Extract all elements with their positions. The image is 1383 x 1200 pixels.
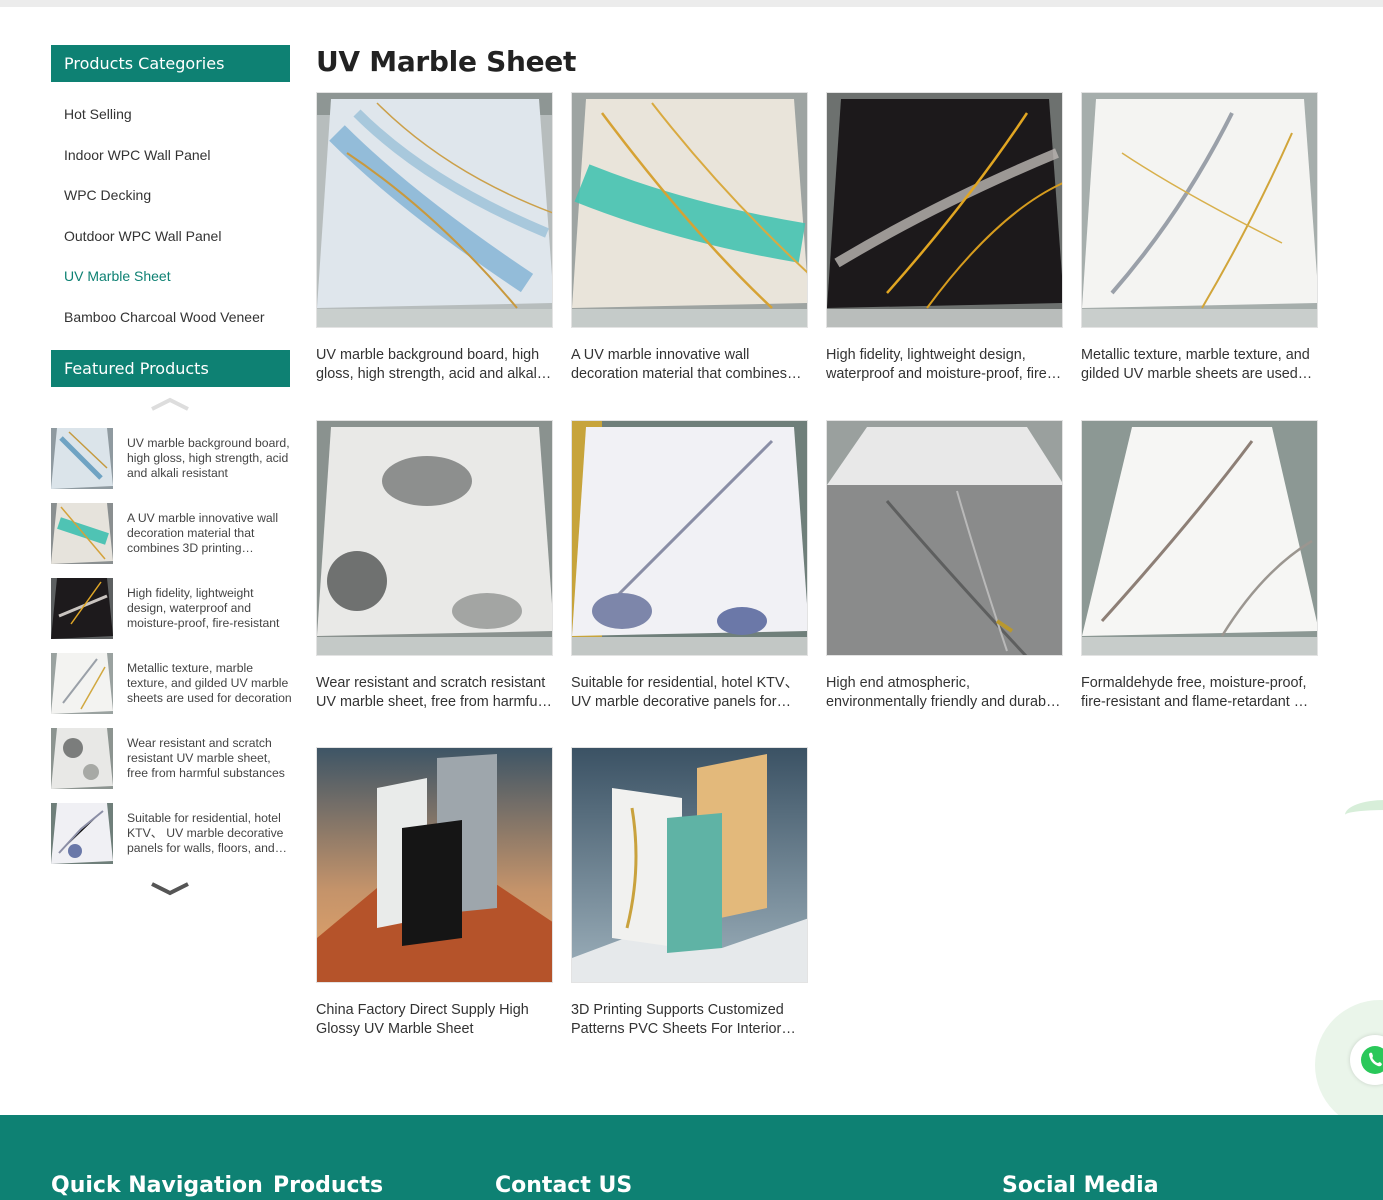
product-card[interactable]: China Factory Direct Supply High Glossy … [316,747,553,1038]
featured-thumbnail [51,503,113,564]
product-title[interactable]: China Factory Direct Supply High Glossy … [316,1001,553,1038]
featured-item-label: UV marble background board, high gloss, … [127,436,290,480]
featured-thumbnail [51,578,113,639]
product-title[interactable]: High fidelity, lightweight design, water… [826,346,1063,383]
footer: Quick Navigation Products Contact US Soc… [0,1115,1383,1200]
product-card[interactable]: Metallic texture, marble texture, and gi… [1081,92,1318,383]
featured-list: UV marble background board, high gloss, … [51,427,292,877]
featured-item[interactable]: A UV marble innovative wall decoration m… [51,502,291,577]
chevron-down-icon[interactable] [150,878,190,898]
product-card[interactable]: Formaldehyde free, moisture-proof, fire-… [1081,420,1318,711]
featured-item-label: High fidelity, lightweight design, water… [127,586,280,630]
category-item-outdoor-wpc-wall-panel[interactable]: Outdoor WPC Wall Panel [51,216,290,257]
product-card[interactable]: Wear resistant and scratch resistant UV … [316,420,553,711]
featured-thumbnail [51,653,113,714]
whatsapp-icon[interactable] [1350,1035,1383,1085]
product-card[interactable]: 3D Printing Supports Customized Patterns… [571,747,808,1038]
category-item-uv-marble-sheet[interactable]: UV Marble Sheet [51,256,290,297]
product-image[interactable] [316,747,553,983]
featured-item-label: Wear resistant and scratch resistant UV … [127,736,285,780]
top-strip [0,0,1383,7]
product-image[interactable] [1081,420,1318,656]
product-image[interactable] [1081,92,1318,328]
featured-section: Featured Products [51,350,290,387]
featured-thumbnail [51,728,113,789]
product-image[interactable] [316,420,553,656]
category-list: Hot Selling Indoor WPC Wall Panel WPC De… [51,82,290,338]
featured-thumbnail [51,428,113,489]
product-card[interactable]: A UV marble innovative wall decoration m… [571,92,808,383]
product-card[interactable]: UV marble background board, high gloss, … [316,92,553,383]
category-item-bamboo-charcoal-wood-veneer[interactable]: Bamboo Charcoal Wood Veneer [51,297,290,338]
product-image[interactable] [571,747,808,983]
page-title: UV Marble Sheet [316,45,577,78]
product-image[interactable] [571,92,808,328]
featured-item-label: A UV marble innovative wall decoration m… [127,511,279,555]
product-image[interactable] [826,92,1063,328]
chevron-up-icon[interactable] [150,395,190,415]
product-card[interactable]: High fidelity, lightweight design, water… [826,92,1063,383]
product-card[interactable]: Suitable for residential, hotel KTV、 UV … [571,420,808,711]
categories-heading: Products Categories [51,45,290,82]
product-title[interactable]: Metallic texture, marble texture, and gi… [1081,346,1318,383]
footer-heading-quick-navigation: Quick Navigation [51,1173,263,1198]
category-item-indoor-wpc-wall-panel[interactable]: Indoor WPC Wall Panel [51,135,290,176]
featured-item[interactable]: Metallic texture, marble texture, and gi… [51,652,292,727]
category-item-wpc-decking[interactable]: WPC Decking [51,175,290,216]
product-title[interactable]: Wear resistant and scratch resistant UV … [316,674,553,711]
product-title[interactable]: UV marble background board, high gloss, … [316,346,553,383]
product-card[interactable]: High end atmospheric, environmentally fr… [826,420,1063,711]
featured-item[interactable]: UV marble background board, high gloss, … [51,427,291,502]
product-image[interactable] [571,420,808,656]
decorative-shape [1345,800,1383,830]
featured-item[interactable]: Wear resistant and scratch resistant UV … [51,727,291,802]
featured-item[interactable]: Suitable for residential, hotel KTV、 UV … [51,802,291,877]
featured-thumbnail [51,803,113,864]
product-title[interactable]: Formaldehyde free, moisture-proof, fire-… [1081,674,1318,711]
category-item-hot-selling[interactable]: Hot Selling [51,94,290,135]
product-image[interactable] [826,420,1063,656]
sidebar: Products Categories Hot Selling Indoor W… [51,45,290,338]
product-image[interactable] [316,92,553,328]
footer-heading-contact-us: Contact US [495,1173,633,1198]
featured-item[interactable]: High fidelity, lightweight design, water… [51,577,291,652]
featured-heading: Featured Products [51,350,290,387]
footer-heading-products: Products [273,1173,384,1198]
product-title[interactable]: Suitable for residential, hotel KTV、 UV … [571,674,808,711]
featured-item-label: Metallic texture, marble texture, and gi… [127,661,292,705]
footer-heading-social-media: Social Media [1002,1173,1159,1198]
featured-item-label: Suitable for residential, hotel KTV、 UV … [127,811,284,855]
product-title[interactable]: A UV marble innovative wall decoration m… [571,346,808,383]
product-title[interactable]: 3D Printing Supports Customized Patterns… [571,1001,808,1038]
product-title[interactable]: High end atmospheric, environmentally fr… [826,674,1063,711]
